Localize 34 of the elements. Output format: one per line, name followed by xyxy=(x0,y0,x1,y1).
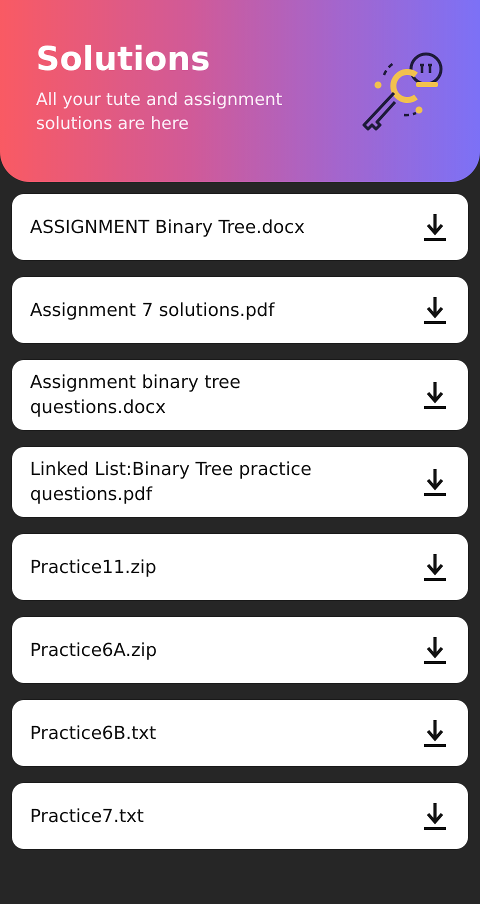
download-button[interactable] xyxy=(424,380,446,410)
file-name: Assignment binary tree questions.docx xyxy=(30,371,242,420)
page-title: Solutions xyxy=(36,38,212,78)
download-icon xyxy=(424,801,446,831)
download-icon xyxy=(424,467,446,497)
download-button[interactable] xyxy=(424,467,446,497)
file-name: Practice11.zip xyxy=(30,556,158,580)
file-card[interactable]: Assignment 7 solutions.pdf xyxy=(12,277,468,343)
download-icon xyxy=(424,552,446,582)
download-button[interactable] xyxy=(424,635,446,665)
download-button[interactable] xyxy=(424,552,446,582)
download-icon xyxy=(424,295,446,325)
file-card[interactable]: Practice7.txt xyxy=(12,783,468,849)
file-card[interactable]: Practice6A.zip xyxy=(12,617,468,683)
file-card[interactable]: Assignment binary tree questions.docx xyxy=(12,360,468,430)
download-button[interactable] xyxy=(424,295,446,325)
file-name: Assignment 7 solutions.pdf xyxy=(30,298,276,322)
download-icon xyxy=(424,635,446,665)
file-card[interactable]: ASSIGNMENT Binary Tree.docx xyxy=(12,194,468,260)
file-name: ASSIGNMENT Binary Tree.docx xyxy=(30,216,306,240)
download-icon xyxy=(424,212,446,242)
download-icon xyxy=(424,718,446,748)
file-name: Practice6A.zip xyxy=(30,638,158,662)
file-name: Practice7.txt xyxy=(30,804,145,828)
download-button[interactable] xyxy=(424,718,446,748)
file-card[interactable]: Practice6B.txt xyxy=(12,700,468,766)
page-subtitle: All your tute and assignment solutions are here xyxy=(36,88,284,136)
file-name: Practice6B.txt xyxy=(30,722,158,746)
download-button[interactable] xyxy=(424,212,446,242)
download-icon xyxy=(424,380,446,410)
download-button[interactable] xyxy=(424,801,446,831)
file-name: Linked List:Binary Tree practice questions.pdf xyxy=(30,458,313,507)
file-card[interactable]: Practice11.zip xyxy=(12,534,468,600)
file-card[interactable]: Linked List:Binary Tree practice questions.pdf xyxy=(12,447,468,517)
